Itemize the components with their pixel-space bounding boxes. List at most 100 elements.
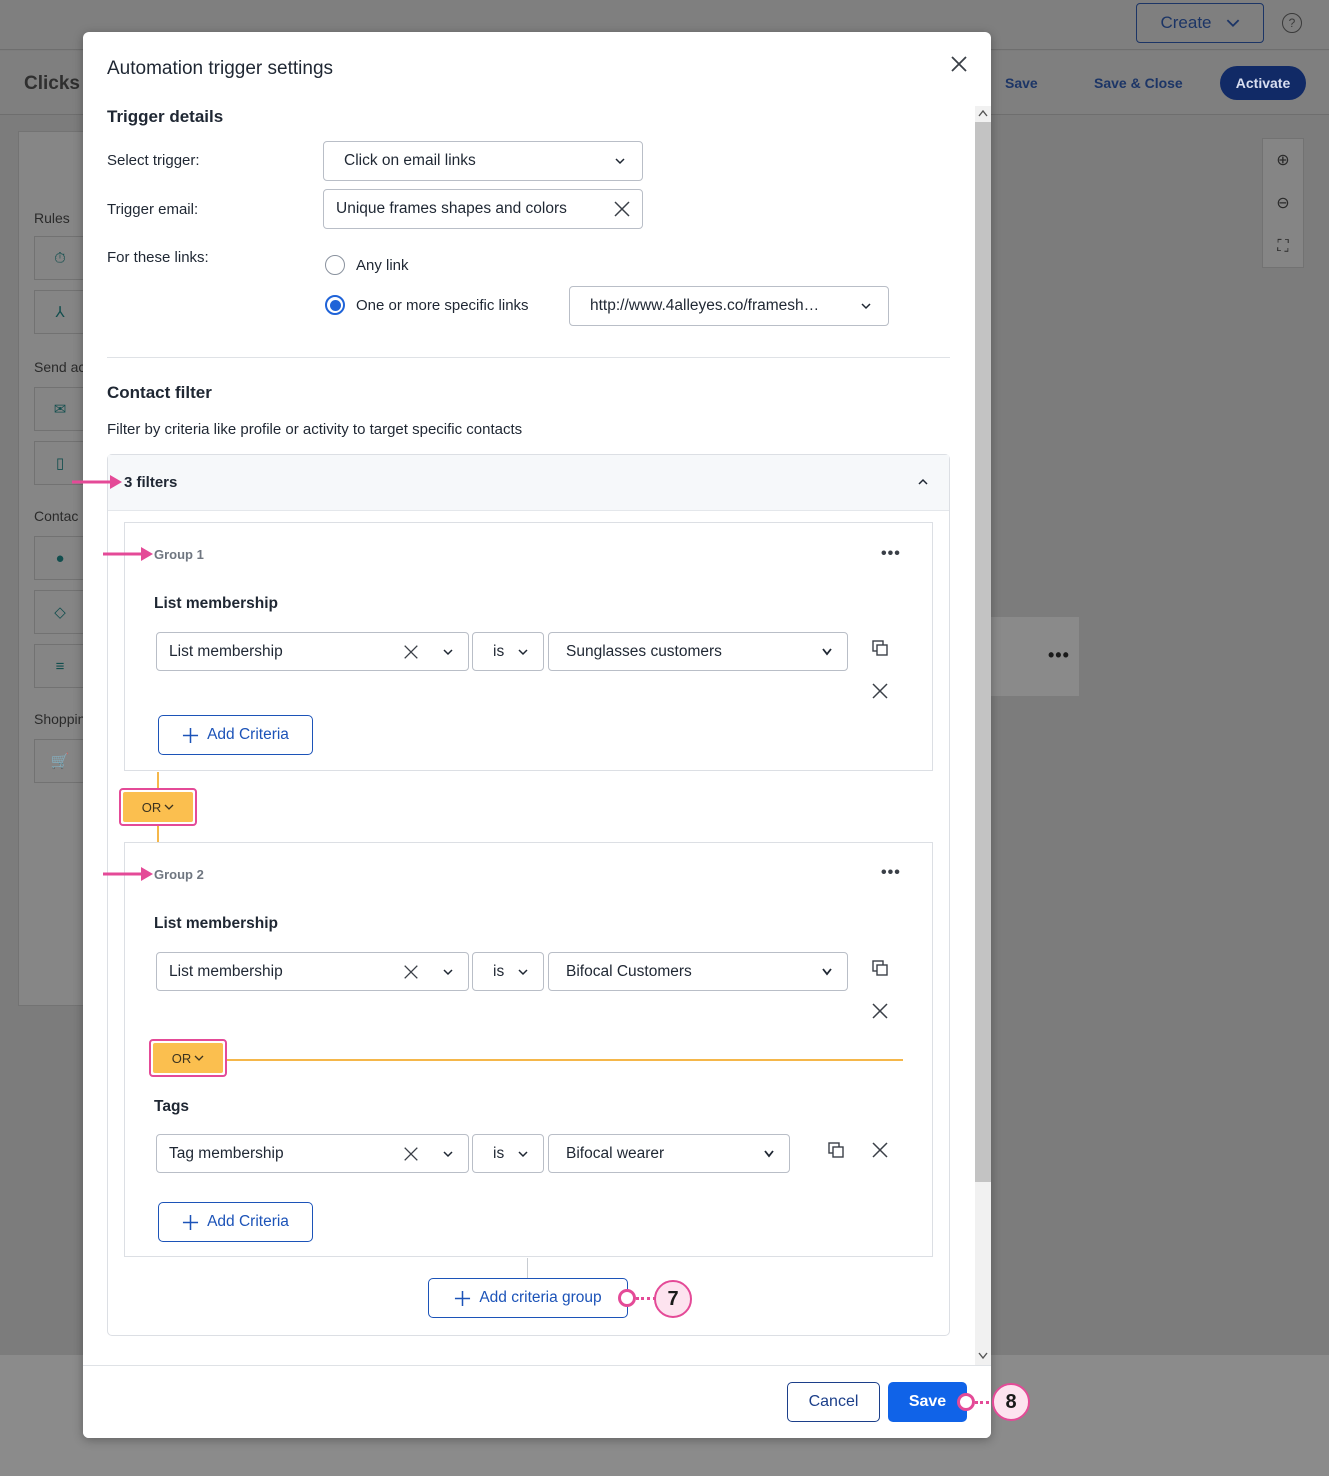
chevron-down-icon bbox=[518, 648, 528, 655]
add-criteria-group-label: Add criteria group bbox=[479, 1289, 602, 1306]
cart-tool[interactable]: 🛒 bbox=[34, 739, 86, 783]
chevron-up-icon[interactable] bbox=[917, 478, 929, 486]
email-tool[interactable]: ✉ bbox=[34, 387, 86, 431]
value-select[interactable]: Bifocal Customers bbox=[548, 952, 848, 991]
select-trigger-dropdown[interactable]: Click on email links bbox=[323, 141, 643, 181]
chevron-down-icon bbox=[518, 1150, 528, 1157]
add-criteria-label: Add Criteria bbox=[207, 1213, 289, 1230]
create-button[interactable]: Create bbox=[1136, 3, 1264, 43]
contact-filter-heading: Contact filter bbox=[107, 383, 212, 402]
tag-field-select[interactable]: Tag membership bbox=[156, 1134, 469, 1173]
any-link-label: Any link bbox=[356, 257, 409, 274]
group-label: Group 1 bbox=[154, 547, 204, 562]
phone-icon: ▯ bbox=[55, 455, 65, 472]
callout-line-7 bbox=[636, 1297, 656, 1300]
tag-field-value: Tag membership bbox=[169, 1144, 284, 1162]
specific-link-value: http://www.4alleyes.co/framesh… bbox=[590, 297, 820, 314]
chevron-down-icon bbox=[822, 967, 832, 975]
tag-value-text: Bifocal wearer bbox=[566, 1144, 665, 1162]
scrollbar-thumb[interactable] bbox=[975, 122, 991, 1182]
group-or-toggle[interactable]: OR bbox=[119, 788, 197, 826]
remove-criteria-icon[interactable] bbox=[871, 1141, 889, 1159]
trigger-email-label: Trigger email: bbox=[107, 201, 199, 218]
arrow-icon bbox=[72, 475, 122, 489]
duplicate-icon[interactable] bbox=[827, 1141, 845, 1159]
operator-select[interactable]: is bbox=[472, 952, 544, 991]
trigger-email-field[interactable]: Unique frames shapes and colors bbox=[323, 189, 643, 229]
remove-criteria-icon[interactable] bbox=[871, 682, 889, 700]
value-text: Sunglasses customers bbox=[566, 642, 722, 660]
filters-header[interactable] bbox=[108, 455, 949, 511]
tag-operator-select[interactable]: is bbox=[472, 1134, 544, 1173]
operator-value: is bbox=[493, 642, 505, 660]
plus-icon bbox=[183, 1214, 199, 1230]
scroll-up-icon[interactable] bbox=[978, 109, 988, 117]
contact-tool[interactable]: ● bbox=[34, 536, 86, 580]
any-link-radio[interactable] bbox=[325, 255, 345, 275]
clear-icon[interactable] bbox=[612, 199, 632, 219]
section-shopping: Shoppin bbox=[34, 711, 86, 727]
envelope-icon: ✉ bbox=[53, 401, 67, 418]
cancel-button[interactable]: Cancel bbox=[787, 1382, 880, 1422]
tags-heading: Tags bbox=[154, 1098, 190, 1115]
close-icon[interactable] bbox=[947, 52, 971, 76]
value-select[interactable]: Sunglasses customers bbox=[548, 632, 848, 671]
operator-select[interactable]: is bbox=[472, 632, 544, 671]
clear-icon[interactable] bbox=[402, 1145, 420, 1163]
group-menu-icon[interactable]: ••• bbox=[881, 864, 901, 882]
save-link[interactable]: Save bbox=[1005, 75, 1038, 91]
add-criteria-button[interactable]: Add Criteria bbox=[158, 715, 313, 755]
select-trigger-value: Click on email links bbox=[344, 152, 476, 169]
group-menu-icon[interactable]: ••• bbox=[881, 545, 901, 563]
add-criteria-button[interactable]: Add Criteria bbox=[158, 1202, 313, 1242]
specific-links-radio[interactable] bbox=[325, 295, 345, 315]
criteria-or-toggle[interactable]: OR bbox=[149, 1039, 227, 1077]
scroll-down-icon[interactable] bbox=[978, 1352, 988, 1360]
section-rules: Rules bbox=[34, 210, 70, 226]
zoom-out-icon[interactable]: ⊖ bbox=[1263, 182, 1303, 225]
save-button[interactable]: Save bbox=[888, 1382, 967, 1422]
criteria-connector-line bbox=[223, 1059, 903, 1061]
or-label: OR bbox=[141, 799, 162, 815]
tag-value-select[interactable]: Bifocal wearer bbox=[548, 1134, 790, 1173]
operator-value: is bbox=[493, 962, 505, 980]
help-icon[interactable]: ? bbox=[1282, 13, 1302, 33]
activate-button[interactable]: Activate bbox=[1220, 66, 1306, 100]
criteria-heading: List membership bbox=[154, 595, 279, 612]
fit-icon[interactable]: ⛶ bbox=[1263, 225, 1303, 268]
create-label: Create bbox=[1160, 13, 1212, 32]
duplicate-icon[interactable] bbox=[871, 639, 889, 657]
more-icon[interactable]: ••• bbox=[1048, 645, 1070, 666]
remove-criteria-icon[interactable] bbox=[871, 1002, 889, 1020]
lines-icon: ≡ bbox=[55, 657, 65, 675]
trigger-email-value: Unique frames shapes and colors bbox=[336, 200, 567, 217]
links-label: For these links: bbox=[107, 249, 209, 266]
criteria-heading: List membership bbox=[154, 915, 279, 932]
save-close-link[interactable]: Save & Close bbox=[1094, 75, 1183, 91]
tag-tool[interactable]: ◇ bbox=[34, 590, 86, 634]
chevron-down-icon bbox=[164, 804, 174, 810]
callout-badge-8: 8 bbox=[992, 1383, 1030, 1421]
section-contact: Contac bbox=[34, 508, 79, 524]
duplicate-icon[interactable] bbox=[871, 959, 889, 977]
chevron-down-icon bbox=[443, 1150, 453, 1157]
chevron-down-icon bbox=[764, 1149, 774, 1157]
add-criteria-group-button[interactable]: Add criteria group bbox=[428, 1278, 628, 1318]
split-tool[interactable]: ⅄ bbox=[34, 290, 86, 334]
zoom-toolbar: ⊕ ⊖ ⛶ bbox=[1262, 138, 1304, 268]
criteria-field-select[interactable]: List membership bbox=[156, 632, 469, 671]
specific-links-label: One or more specific links bbox=[356, 297, 529, 314]
timer-tool[interactable]: ⏱ bbox=[34, 236, 86, 280]
zoom-in-icon[interactable]: ⊕ bbox=[1263, 139, 1303, 182]
criteria-field-select[interactable]: List membership bbox=[156, 952, 469, 991]
arrow-icon bbox=[103, 867, 153, 881]
field-tool[interactable]: ≡ bbox=[34, 644, 86, 688]
section-send: Send ac bbox=[34, 359, 86, 375]
specific-link-dropdown[interactable]: http://www.4alleyes.co/framesh… bbox=[569, 286, 889, 326]
clear-icon[interactable] bbox=[402, 643, 420, 661]
modal-title: Automation trigger settings bbox=[107, 58, 334, 79]
clear-icon[interactable] bbox=[402, 963, 420, 981]
chevron-down-icon bbox=[822, 647, 832, 655]
chevron-down-icon bbox=[518, 968, 528, 975]
chevron-down-icon bbox=[443, 648, 453, 655]
